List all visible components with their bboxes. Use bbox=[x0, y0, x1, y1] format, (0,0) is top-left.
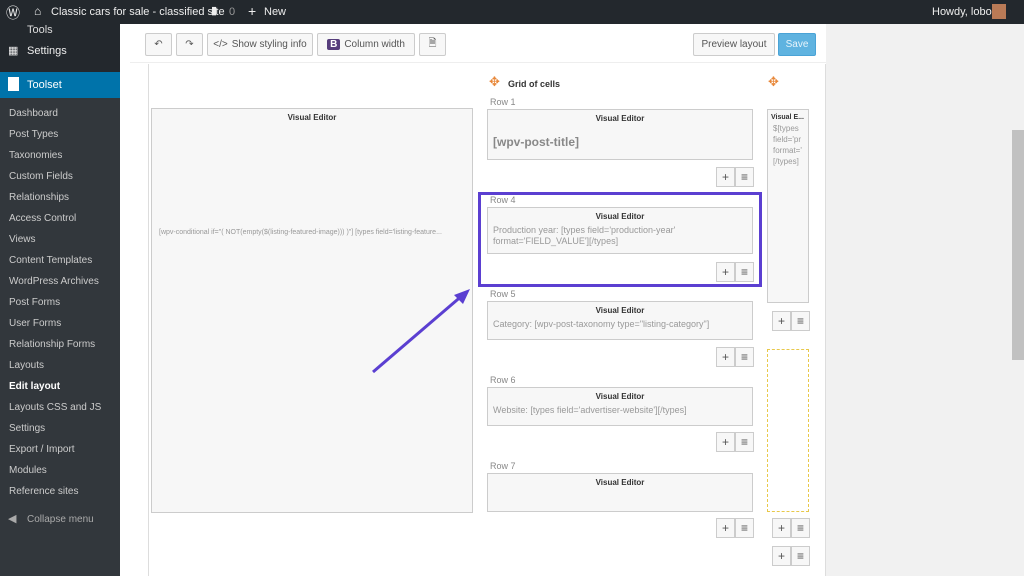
row-controls: + ≡ bbox=[772, 311, 810, 331]
sidebar-item[interactable]: Reference sites bbox=[9, 486, 78, 497]
grid-title: Grid of cells bbox=[508, 79, 561, 89]
collapse-icon[interactable]: ◀ bbox=[8, 512, 16, 525]
show-styling-button[interactable]: </> Show styling info bbox=[207, 33, 313, 56]
sidebar-item-tools[interactable]: Tools bbox=[27, 24, 53, 36]
add-row-button[interactable]: + bbox=[772, 311, 791, 331]
preview-layout-button[interactable]: Preview layout bbox=[693, 33, 775, 56]
howdy-link[interactable]: Howdy, lobo bbox=[932, 6, 992, 18]
row-label: Row 1 bbox=[490, 97, 516, 107]
visual-editor-cell[interactable]: Visual Editor Category: [wpv-post-taxono… bbox=[487, 301, 753, 340]
add-row-button[interactable]: + bbox=[716, 432, 735, 452]
visual-editor-cell[interactable]: Visual Editor bbox=[487, 473, 753, 512]
row-controls: + ≡ bbox=[716, 167, 754, 187]
undo-button[interactable]: ↶ bbox=[145, 33, 172, 56]
site-name-link[interactable]: Classic cars for sale - classified site bbox=[51, 6, 225, 18]
add-row-button[interactable]: + bbox=[772, 546, 791, 566]
admin-bar: Ⓦ ⌂ Classic cars for sale - classified s… bbox=[0, 0, 1024, 24]
toolset-submenu: Dashboard Post Types Taxonomies Custom Fiel… bbox=[0, 98, 120, 576]
sidebar-item[interactable]: WordPress Archives bbox=[9, 276, 99, 287]
sidebar-item[interactable]: Relationships bbox=[9, 192, 69, 203]
home-icon: ⌂ bbox=[34, 4, 42, 18]
row-label: Row 6 bbox=[490, 375, 516, 385]
sidebar-item[interactable]: Custom Fields bbox=[9, 171, 73, 182]
visual-editor-cell[interactable]: Visual Editor Website: [types field='adv… bbox=[487, 387, 753, 426]
add-row-button[interactable]: + bbox=[716, 347, 735, 367]
settings-icon: ▦ bbox=[8, 45, 19, 57]
scrollbar-thumb[interactable] bbox=[1012, 130, 1024, 360]
row-controls: + ≡ bbox=[716, 518, 754, 538]
sidebar-item[interactable]: Taxonomies bbox=[9, 150, 62, 161]
sidebar-item[interactable]: Dashboard bbox=[9, 108, 58, 119]
sidebar-item[interactable]: Modules bbox=[9, 465, 47, 476]
menu-icon[interactable]: ≡ bbox=[735, 347, 754, 367]
sidebar-item[interactable]: Post Forms bbox=[9, 297, 60, 308]
highlight-box bbox=[478, 192, 762, 287]
sidebar-item[interactable]: Layouts bbox=[9, 360, 44, 371]
collapse-menu-button[interactable]: Collapse menu bbox=[27, 514, 94, 525]
sidebar-item[interactable]: Post Types bbox=[9, 129, 58, 140]
menu-icon[interactable]: ≡ bbox=[735, 518, 754, 538]
row-controls: + ≡ bbox=[716, 432, 754, 452]
avatar[interactable] bbox=[992, 4, 1006, 19]
sidebar-item[interactable]: Views bbox=[9, 234, 36, 245]
row-label: Row 5 bbox=[490, 289, 516, 299]
arrow-annotation bbox=[372, 289, 470, 374]
row-controls: + ≡ bbox=[772, 518, 810, 538]
plus-icon: + bbox=[248, 3, 257, 19]
sidebar-item[interactable]: Export / Import bbox=[9, 444, 75, 455]
divider bbox=[130, 62, 826, 63]
toolset-icon bbox=[8, 77, 19, 91]
sidebar-item-toolset[interactable]: Toolset bbox=[0, 72, 120, 98]
row-label: Row 7 bbox=[490, 461, 516, 471]
visual-editor-cell[interactable]: Visual Editor [wpv-post-title] bbox=[487, 109, 753, 160]
menu-icon[interactable]: ≡ bbox=[735, 167, 754, 187]
wordpress-logo-icon[interactable]: Ⓦ bbox=[6, 3, 20, 23]
add-row-button[interactable]: + bbox=[716, 518, 735, 538]
document-icon[interactable]: 🗎 bbox=[419, 33, 446, 56]
right-visual-editor-cell[interactable]: Visual E... $[types field='pr format=' [… bbox=[767, 109, 809, 303]
sidebar-item-settings[interactable]: Settings bbox=[27, 45, 67, 57]
menu-icon[interactable]: ≡ bbox=[791, 518, 810, 538]
sidebar-item[interactable]: User Forms bbox=[9, 318, 61, 329]
row-controls: + ≡ bbox=[772, 546, 810, 566]
menu-icon[interactable]: ≡ bbox=[735, 432, 754, 452]
sidebar-item[interactable]: Layouts CSS and JS bbox=[9, 402, 101, 413]
redo-button[interactable]: ↷ bbox=[176, 33, 203, 56]
menu-icon[interactable]: ≡ bbox=[791, 546, 810, 566]
sidebar-item[interactable]: Access Control bbox=[9, 213, 76, 224]
save-button[interactable]: Save bbox=[778, 33, 816, 56]
row-controls: + ≡ bbox=[716, 347, 754, 367]
admin-sidebar: Tools ▦ Settings Toolset Dashboard Post T… bbox=[0, 24, 120, 576]
empty-cell-dropzone[interactable] bbox=[767, 349, 809, 512]
sidebar-item[interactable]: Content Templates bbox=[9, 255, 92, 266]
code-icon: </> bbox=[213, 39, 228, 50]
comment-count[interactable]: 0 bbox=[229, 6, 235, 18]
move-icon[interactable]: ✥ bbox=[489, 74, 500, 90]
move-icon[interactable]: ✥ bbox=[768, 74, 779, 90]
add-row-button[interactable]: + bbox=[772, 518, 791, 538]
sidebar-item[interactable]: Relationship Forms bbox=[9, 339, 95, 350]
sidebar-item[interactable]: Edit layout bbox=[9, 381, 60, 392]
comment-icon[interactable]: ▮ bbox=[211, 4, 217, 17]
add-row-button[interactable]: + bbox=[716, 167, 735, 187]
new-link[interactable]: New bbox=[264, 6, 286, 18]
menu-icon[interactable]: ≡ bbox=[791, 311, 810, 331]
column-width-button[interactable]: B Column width bbox=[317, 33, 415, 56]
bootstrap-icon: B bbox=[327, 39, 341, 50]
sidebar-item[interactable]: Settings bbox=[9, 423, 45, 434]
